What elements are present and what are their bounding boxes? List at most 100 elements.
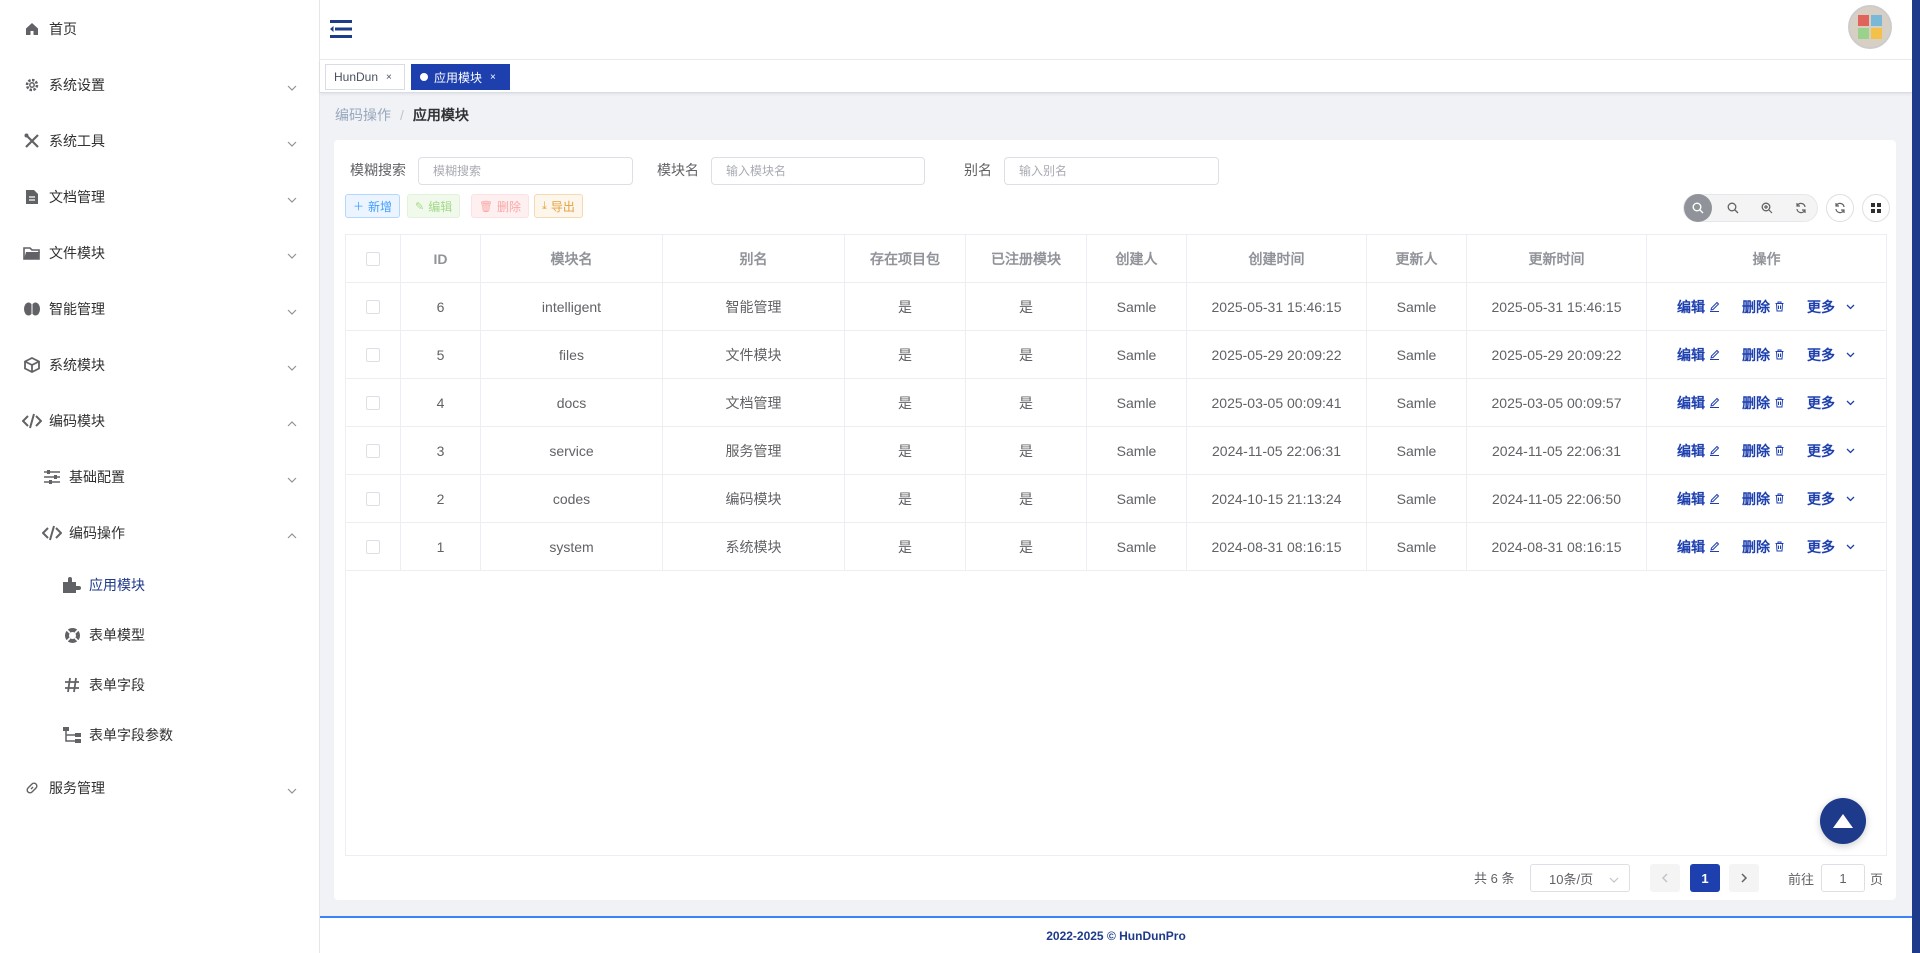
- home-icon: [22, 19, 42, 39]
- footer: 2022-2025 © HunDunPro: [320, 916, 1912, 953]
- row-edit-button[interactable]: 编辑: [1677, 393, 1720, 413]
- sidebar-item-service[interactable]: 服务管理: [0, 760, 319, 816]
- trash-icon: [1770, 491, 1785, 507]
- cell-creator: Samle: [1087, 331, 1187, 378]
- row-checkbox-cell: [346, 379, 401, 426]
- search-icon[interactable]: [1719, 194, 1747, 222]
- row-edit-label: 编辑: [1677, 394, 1705, 411]
- row-edit-button[interactable]: 编辑: [1677, 297, 1720, 317]
- row-delete-button[interactable]: 删除: [1742, 537, 1785, 557]
- page-size-select[interactable]: 10条/页: [1530, 864, 1630, 892]
- fuzzy-search-input[interactable]: [418, 157, 633, 185]
- back-to-top-button[interactable]: [1820, 798, 1866, 844]
- tab-app-module[interactable]: 应用模块 ×: [411, 64, 510, 90]
- table-row: 3 service 服务管理是是 Samle 2024-11-05 22:06:31 Sa…: [346, 427, 1886, 475]
- sidebar-item-form-model[interactable]: 表单模型: [0, 607, 319, 663]
- cell-updated: 2024-11-05 22:06:31: [1467, 427, 1647, 474]
- sidebar-item-label: 基础配置: [69, 469, 125, 485]
- chevron-down-icon: [287, 248, 297, 259]
- row-more-dropdown[interactable]: 更多: [1807, 297, 1856, 317]
- sidebar-item-label: 系统设置: [49, 77, 105, 93]
- select-all-checkbox[interactable]: [366, 251, 380, 266]
- table-row: 4 docs 文档管理是是 Samle 2025-03-05 00:09:41 Samle…: [346, 379, 1886, 427]
- sidebar-item-code-module[interactable]: 编码模块: [0, 393, 319, 449]
- sidebar-item-system-tools[interactable]: 系统工具: [0, 113, 319, 169]
- sidebar-item-files[interactable]: 文件模块: [0, 225, 319, 281]
- data-table: ID 模块名 别名 存在项目包 已注册模块 创建人 创建时间 更新人 更新时间 …: [345, 234, 1887, 856]
- sidebar-item-system-settings[interactable]: 系统设置: [0, 57, 319, 113]
- edit-icon: [1705, 299, 1720, 315]
- row-edit-button[interactable]: 编辑: [1677, 489, 1720, 509]
- alias-input[interactable]: [1004, 157, 1219, 185]
- row-more-dropdown[interactable]: 更多: [1807, 345, 1856, 365]
- sidebar-item-docs[interactable]: 文档管理: [0, 169, 319, 225]
- close-icon[interactable]: ×: [386, 72, 392, 83]
- row-more-dropdown[interactable]: 更多: [1807, 537, 1856, 557]
- row-checkbox[interactable]: [366, 539, 380, 554]
- trash-icon: [1770, 347, 1785, 363]
- goto-label: 前往: [1788, 872, 1815, 887]
- row-delete-label: 删除: [1742, 394, 1770, 411]
- sidebar-item-code-ops[interactable]: 编码操作: [0, 505, 319, 561]
- row-delete-button[interactable]: 删除: [1742, 297, 1785, 317]
- refresh-icon[interactable]: [1787, 194, 1815, 222]
- row-delete-button[interactable]: 删除: [1742, 345, 1785, 365]
- cell-name: docs: [481, 379, 663, 426]
- row-more-dropdown[interactable]: 更多: [1807, 393, 1856, 413]
- cell-reg: 是: [966, 331, 1087, 378]
- row-edit-button[interactable]: 编辑: [1677, 537, 1720, 557]
- goto-page-input[interactable]: [1821, 864, 1865, 892]
- page-number-current[interactable]: 1: [1690, 864, 1720, 892]
- breadcrumb-parent[interactable]: 编码操作: [335, 105, 391, 125]
- cell-reg: 是: [966, 523, 1087, 570]
- next-page-button[interactable]: [1729, 864, 1759, 892]
- search-icon[interactable]: [1684, 194, 1712, 222]
- avatar[interactable]: [1848, 5, 1892, 49]
- row-edit-button[interactable]: 编辑: [1677, 441, 1720, 461]
- row-more-dropdown[interactable]: 更多: [1807, 489, 1856, 509]
- row-more-dropdown[interactable]: 更多: [1807, 441, 1856, 461]
- prev-page-button[interactable]: [1650, 864, 1680, 892]
- row-checkbox[interactable]: [366, 491, 380, 506]
- code-icon: [22, 411, 42, 431]
- refresh-icon[interactable]: [1826, 194, 1854, 222]
- row-edit-button[interactable]: 编辑: [1677, 345, 1720, 365]
- sidebar-item-base-config[interactable]: 基础配置: [0, 449, 319, 505]
- add-button[interactable]: ＋ 新增: [345, 194, 401, 218]
- sidebar-item-form-field-params[interactable]: 表单字段参数: [0, 707, 319, 763]
- delete-button[interactable]: 🗑 删除: [471, 194, 529, 218]
- chevron-down-icon: [1841, 491, 1856, 507]
- zoom-in-icon[interactable]: [1753, 194, 1781, 222]
- export-button-label: 导出: [550, 199, 575, 214]
- grid-icon[interactable]: [1862, 194, 1890, 222]
- row-checkbox[interactable]: [366, 395, 380, 410]
- menu-toggle-icon[interactable]: [329, 18, 353, 40]
- row-checkbox[interactable]: [366, 443, 380, 458]
- row-checkbox[interactable]: [366, 347, 380, 362]
- edit-button[interactable]: ✎ 编辑: [407, 194, 461, 218]
- chevron-down-icon: [287, 472, 297, 483]
- sidebar-item-home[interactable]: 首页: [0, 1, 319, 57]
- table-header-row: ID 模块名 别名 存在项目包 已注册模块 创建人 创建时间 更新人 更新时间 …: [346, 235, 1886, 283]
- sidebar-item-system-module[interactable]: 系统模块: [0, 337, 319, 393]
- export-button[interactable]: ⤓ 导出: [534, 194, 583, 218]
- tab-hundun[interactable]: HunDun ×: [325, 64, 405, 90]
- chevron-up-icon: [287, 528, 297, 539]
- module-name-input[interactable]: [711, 157, 925, 185]
- chevron-down-icon: [287, 360, 297, 371]
- alias-label: 别名: [964, 162, 992, 178]
- row-delete-button[interactable]: 删除: [1742, 393, 1785, 413]
- sidebar-item-intelligent[interactable]: 智能管理: [0, 281, 319, 337]
- row-checkbox[interactable]: [366, 299, 380, 314]
- row-delete-button[interactable]: 删除: [1742, 441, 1785, 461]
- cell-creator: Samle: [1087, 427, 1187, 474]
- row-delete-button[interactable]: 删除: [1742, 489, 1785, 509]
- sidebar-item-form-field[interactable]: 表单字段: [0, 657, 319, 713]
- col-header-updater: 更新人: [1367, 235, 1467, 282]
- sidebar: 首页 系统设置 系统工具 文档管理 文件模块 智能管理 系统模块 编码模块 基础…: [0, 0, 320, 953]
- col-header-alias: 别名: [663, 235, 845, 282]
- sliders-icon: [42, 467, 62, 487]
- close-icon[interactable]: ×: [490, 72, 496, 83]
- active-dot-icon: [420, 73, 428, 81]
- sidebar-item-app-module[interactable]: 应用模块: [0, 557, 319, 613]
